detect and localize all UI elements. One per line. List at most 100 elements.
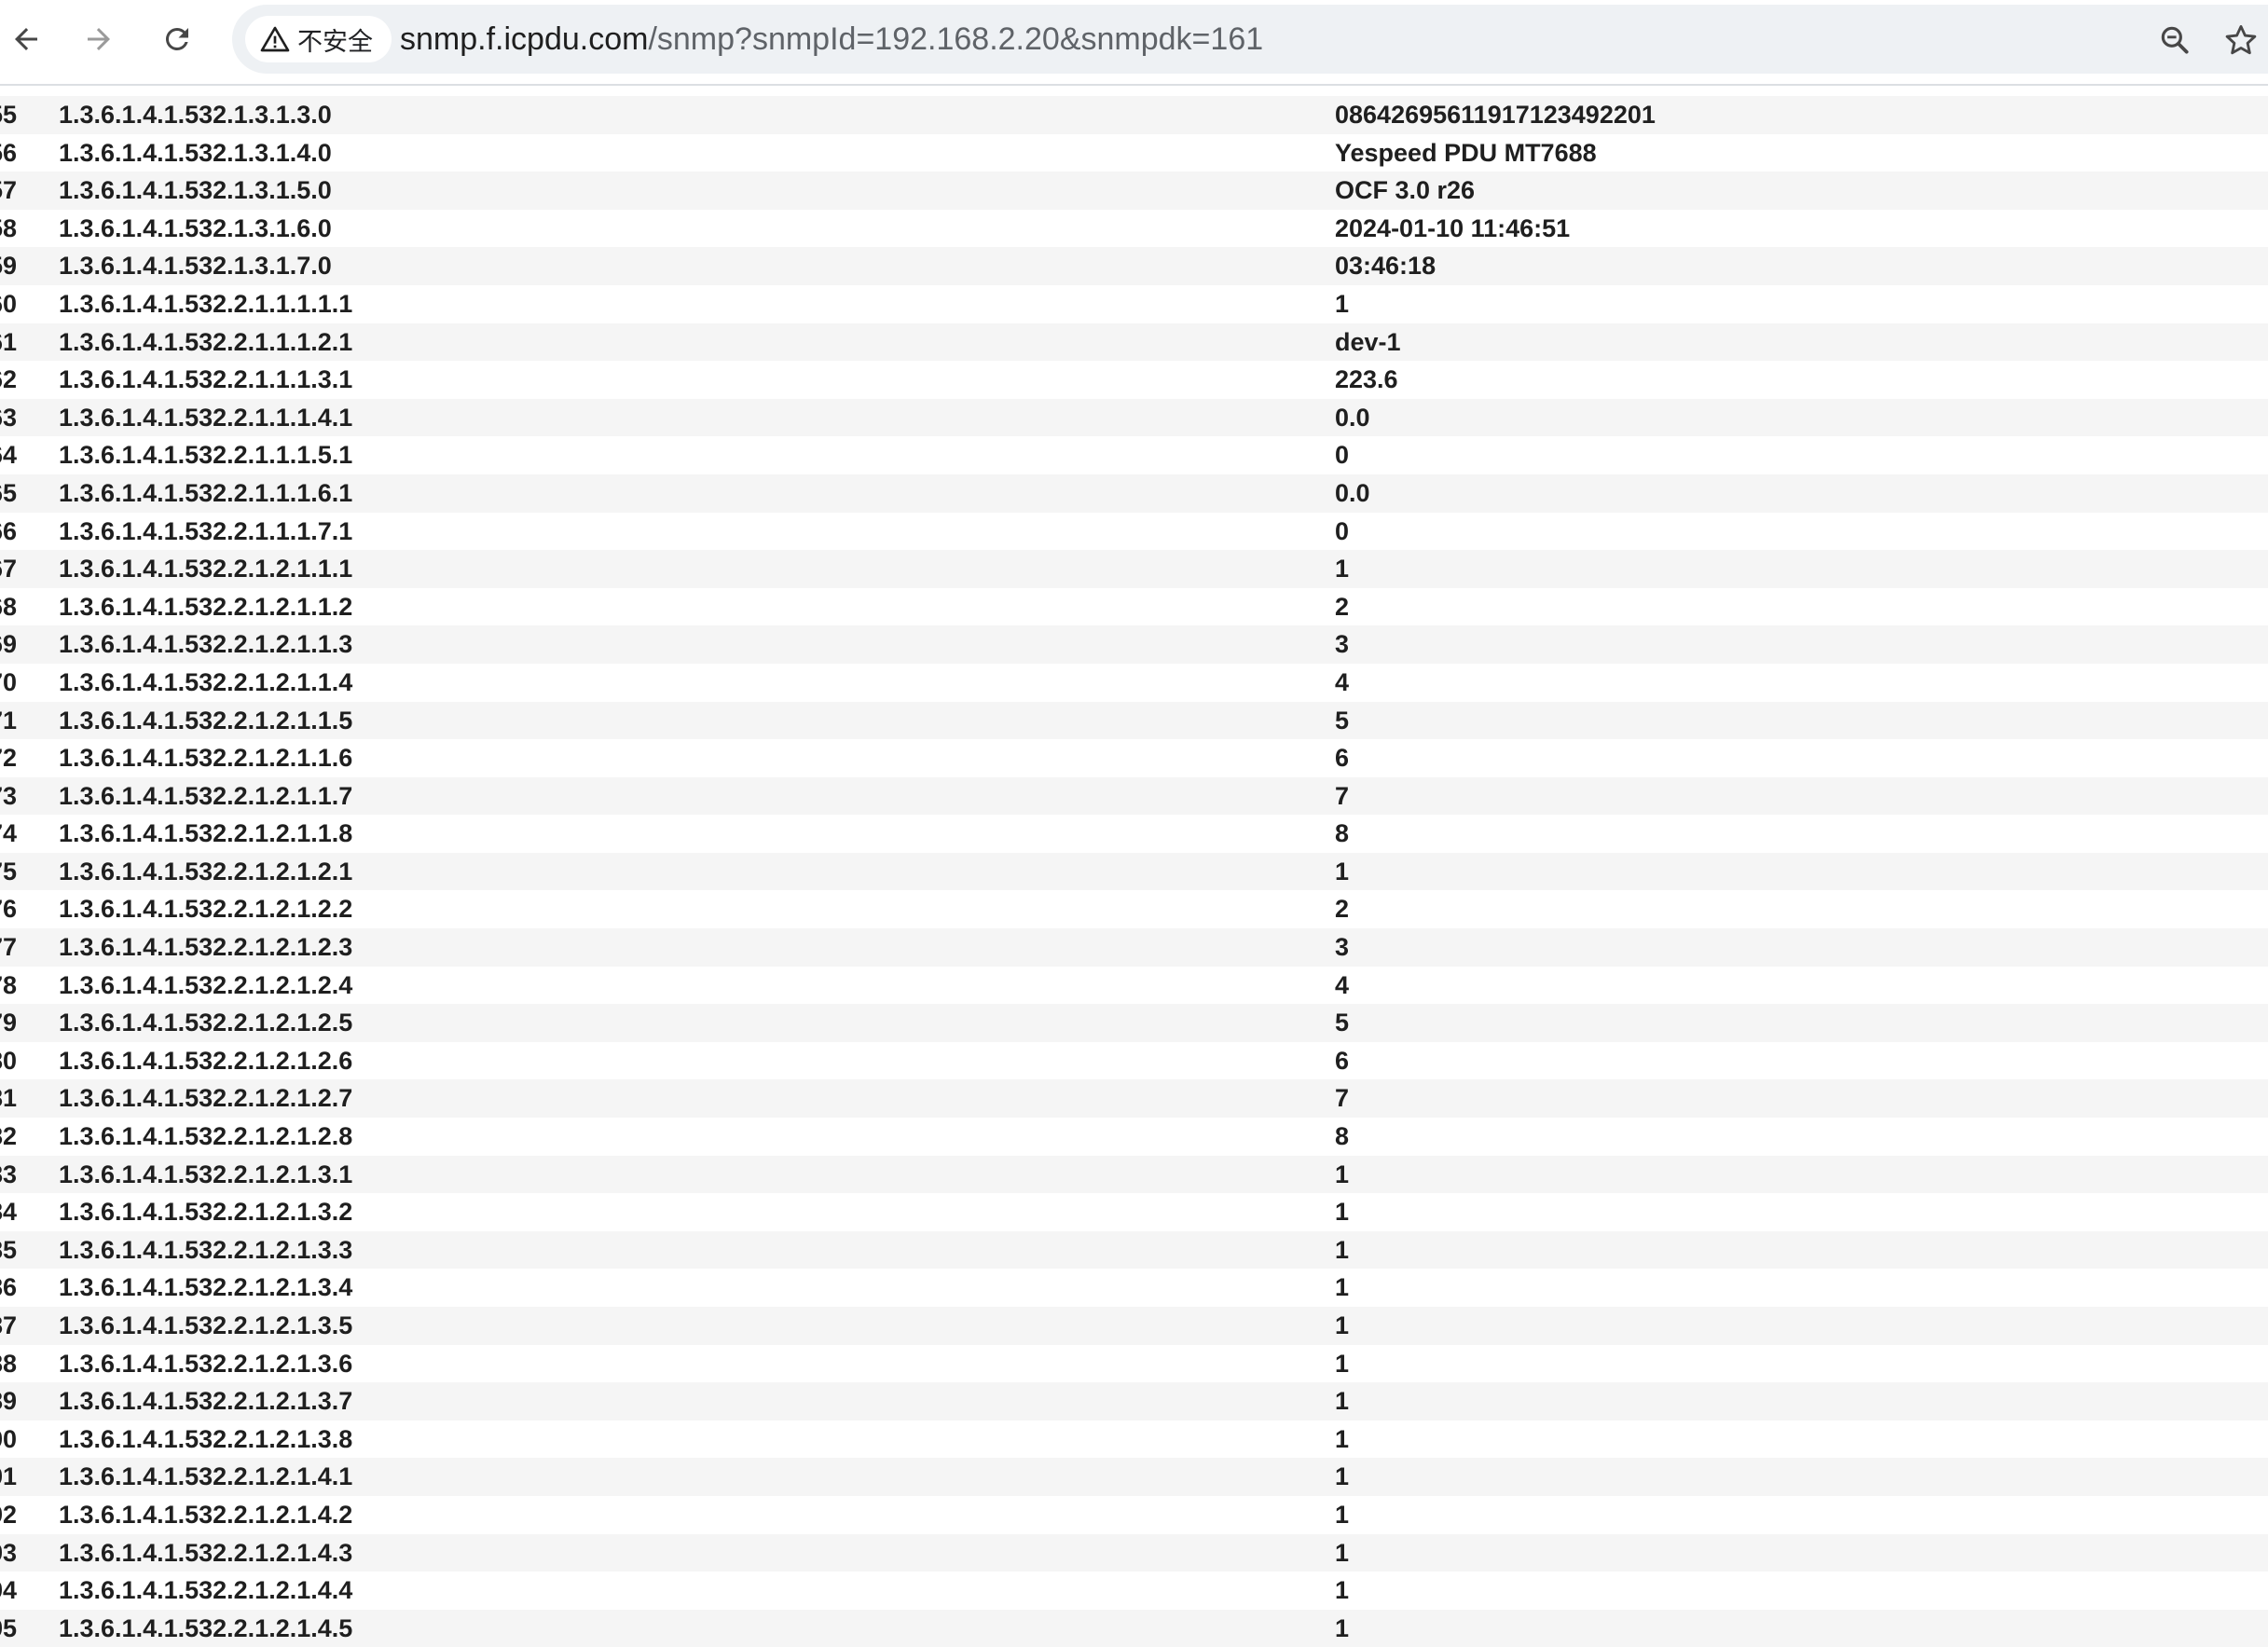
oid-cell: 1.3.6.1.4.1.532.2.1.1.1.1.1 — [59, 289, 353, 318]
row-index: 75 — [0, 857, 18, 885]
row-index: 60 — [0, 289, 18, 318]
table-row: 83 1.3.6.1.4.1.532.2.1.2.1.3.1 1 — [0, 1155, 2268, 1194]
table-row: 58 1.3.6.1.4.1.532.1.3.1.6.0 2024-01-10 11… — [0, 209, 2268, 248]
oid-cell: 1.3.6.1.4.1.532.2.1.1.1.5.1 — [59, 441, 353, 470]
table-row: 69 1.3.6.1.4.1.532.2.1.2.1.1.3 3 — [0, 625, 2268, 664]
security-chip[interactable]: 不安全 — [245, 16, 392, 62]
zoom-icon[interactable] — [2157, 22, 2192, 58]
url-text[interactable]: snmp.f.icpdu.com/snmp?snmpId=192.168.2.2… — [400, 5, 1263, 74]
back-button[interactable] — [0, 15, 52, 67]
value-cell: 1 — [1335, 555, 1350, 583]
table-row: 65 1.3.6.1.4.1.532.2.1.1.1.6.1 0.0 — [0, 474, 2268, 513]
back-arrow-icon — [9, 22, 43, 61]
value-cell: 1 — [1335, 1613, 1350, 1642]
row-index: 85 — [0, 1235, 18, 1264]
value-cell: 1 — [1335, 1235, 1350, 1264]
oid-cell: 1.3.6.1.4.1.532.2.1.2.1.2.5 — [59, 1009, 353, 1037]
value-cell: 0.0 — [1335, 478, 1370, 507]
oid-cell: 1.3.6.1.4.1.532.2.1.2.1.4.2 — [59, 1500, 353, 1529]
row-index: 89 — [0, 1387, 18, 1416]
value-cell: 223.6 — [1335, 365, 1398, 394]
oid-cell: 1.3.6.1.4.1.532.2.1.2.1.2.8 — [59, 1122, 353, 1151]
oid-cell: 1.3.6.1.4.1.532.2.1.2.1.1.1 — [59, 555, 353, 583]
forward-button[interactable] — [73, 15, 125, 67]
row-index: 74 — [0, 819, 18, 848]
value-cell: 0.0 — [1335, 403, 1370, 432]
value-cell: 7 — [1335, 1084, 1350, 1113]
oid-cell: 1.3.6.1.4.1.532.2.1.2.1.1.6 — [59, 744, 353, 773]
value-cell: 1 — [1335, 1500, 1350, 1529]
table-row: 90 1.3.6.1.4.1.532.2.1.2.1.3.8 1 — [0, 1420, 2268, 1459]
table-row: 56 1.3.6.1.4.1.532.1.3.1.4.0 Yespeed PDU M… — [0, 133, 2268, 172]
oid-cell: 1.3.6.1.4.1.532.2.1.1.1.7.1 — [59, 516, 353, 545]
value-cell: 1 — [1335, 1538, 1350, 1567]
table-row: 59 1.3.6.1.4.1.532.1.3.1.7.0 03:46:18 — [0, 247, 2268, 285]
row-index: 55 — [0, 101, 18, 129]
table-row: 55 1.3.6.1.4.1.532.1.3.1.3.0 0864269561191… — [0, 96, 2268, 134]
oid-cell: 1.3.6.1.4.1.532.2.1.2.1.2.7 — [59, 1084, 353, 1113]
oid-cell: 1.3.6.1.4.1.532.2.1.1.1.6.1 — [59, 478, 353, 507]
url-path: /snmp?snmpId=192.168.2.20&snmpdk=161 — [648, 21, 1264, 57]
value-cell: 1 — [1335, 1273, 1350, 1302]
oid-cell: 1.3.6.1.4.1.532.2.1.2.1.3.8 — [59, 1424, 353, 1453]
value-cell: 8 — [1335, 1122, 1350, 1151]
table-row: 60 1.3.6.1.4.1.532.2.1.1.1.1.1 1 — [0, 284, 2268, 323]
oid-cell: 1.3.6.1.4.1.532.2.1.1.1.3.1 — [59, 365, 353, 394]
table-row: 76 1.3.6.1.4.1.532.2.1.2.1.2.2 2 — [0, 890, 2268, 929]
value-cell: 08642695611917123492201 — [1335, 101, 1656, 129]
value-cell: 6 — [1335, 1046, 1350, 1075]
table-row: 88 1.3.6.1.4.1.532.2.1.2.1.3.6 1 — [0, 1344, 2268, 1383]
row-index: 56 — [0, 138, 18, 167]
table-row: 92 1.3.6.1.4.1.532.2.1.2.1.4.2 1 — [0, 1495, 2268, 1534]
value-cell: 1 — [1335, 289, 1350, 318]
value-cell: 3 — [1335, 630, 1350, 659]
value-cell: 0 — [1335, 441, 1350, 470]
oid-cell: 1.3.6.1.4.1.532.2.1.2.1.2.2 — [59, 895, 353, 924]
table-row: 66 1.3.6.1.4.1.532.2.1.1.1.7.1 0 — [0, 512, 2268, 551]
row-index: 66 — [0, 516, 18, 545]
row-index: 83 — [0, 1160, 18, 1188]
row-index: 80 — [0, 1046, 18, 1075]
value-cell: 7 — [1335, 781, 1350, 810]
table-row: 68 1.3.6.1.4.1.532.2.1.2.1.1.2 2 — [0, 587, 2268, 626]
oid-cell: 1.3.6.1.4.1.532.2.1.2.1.3.7 — [59, 1387, 353, 1416]
table-row: 80 1.3.6.1.4.1.532.2.1.2.1.2.6 6 — [0, 1041, 2268, 1080]
oid-cell: 1.3.6.1.4.1.532.2.1.2.1.2.6 — [59, 1046, 353, 1075]
table-row: 62 1.3.6.1.4.1.532.2.1.1.1.3.1 223.6 — [0, 361, 2268, 399]
table-row: 84 1.3.6.1.4.1.532.2.1.2.1.3.2 1 — [0, 1193, 2268, 1231]
oid-cell: 1.3.6.1.4.1.532.2.1.2.1.1.3 — [59, 630, 353, 659]
row-index: 90 — [0, 1424, 18, 1453]
oid-cell: 1.3.6.1.4.1.532.2.1.2.1.3.5 — [59, 1311, 353, 1339]
oid-cell: 1.3.6.1.4.1.532.2.1.2.1.1.4 — [59, 667, 353, 696]
row-index: 94 — [0, 1576, 18, 1605]
row-index: 88 — [0, 1349, 18, 1378]
address-bar[interactable]: 不安全 snmp.f.icpdu.com/snmp?snmpId=192.168… — [232, 5, 2268, 74]
table-row: 78 1.3.6.1.4.1.532.2.1.2.1.2.4 4 — [0, 966, 2268, 1005]
row-index: 79 — [0, 1009, 18, 1037]
reload-icon — [160, 22, 194, 61]
value-cell: 4 — [1335, 970, 1350, 999]
row-index: 59 — [0, 252, 18, 281]
row-index: 57 — [0, 176, 18, 205]
value-cell: 2 — [1335, 895, 1350, 924]
value-cell: 3 — [1335, 933, 1350, 962]
value-cell: 03:46:18 — [1335, 252, 1436, 281]
oid-cell: 1.3.6.1.4.1.532.2.1.2.1.3.3 — [59, 1235, 353, 1264]
value-cell: 1 — [1335, 1424, 1350, 1453]
oid-cell: 1.3.6.1.4.1.532.2.1.1.1.2.1 — [59, 327, 353, 356]
bookmark-star-icon[interactable] — [2223, 22, 2259, 58]
oid-cell: 1.3.6.1.4.1.532.2.1.2.1.1.7 — [59, 781, 353, 810]
table-row: 70 1.3.6.1.4.1.532.2.1.2.1.1.4 4 — [0, 663, 2268, 702]
table-row: 87 1.3.6.1.4.1.532.2.1.2.1.3.5 1 — [0, 1307, 2268, 1345]
value-cell: 1 — [1335, 1462, 1350, 1491]
value-cell: 8 — [1335, 819, 1350, 848]
value-cell: 5 — [1335, 706, 1350, 734]
reload-button[interactable] — [151, 15, 203, 67]
row-index: 93 — [0, 1538, 18, 1567]
table-row: 72 1.3.6.1.4.1.532.2.1.2.1.1.6 6 — [0, 739, 2268, 777]
value-cell: 2 — [1335, 592, 1350, 621]
row-index: 82 — [0, 1122, 18, 1151]
value-cell: 0 — [1335, 516, 1350, 545]
table-row: 79 1.3.6.1.4.1.532.2.1.2.1.2.5 5 — [0, 1004, 2268, 1042]
value-cell: OCF 3.0 r26 — [1335, 176, 1476, 205]
